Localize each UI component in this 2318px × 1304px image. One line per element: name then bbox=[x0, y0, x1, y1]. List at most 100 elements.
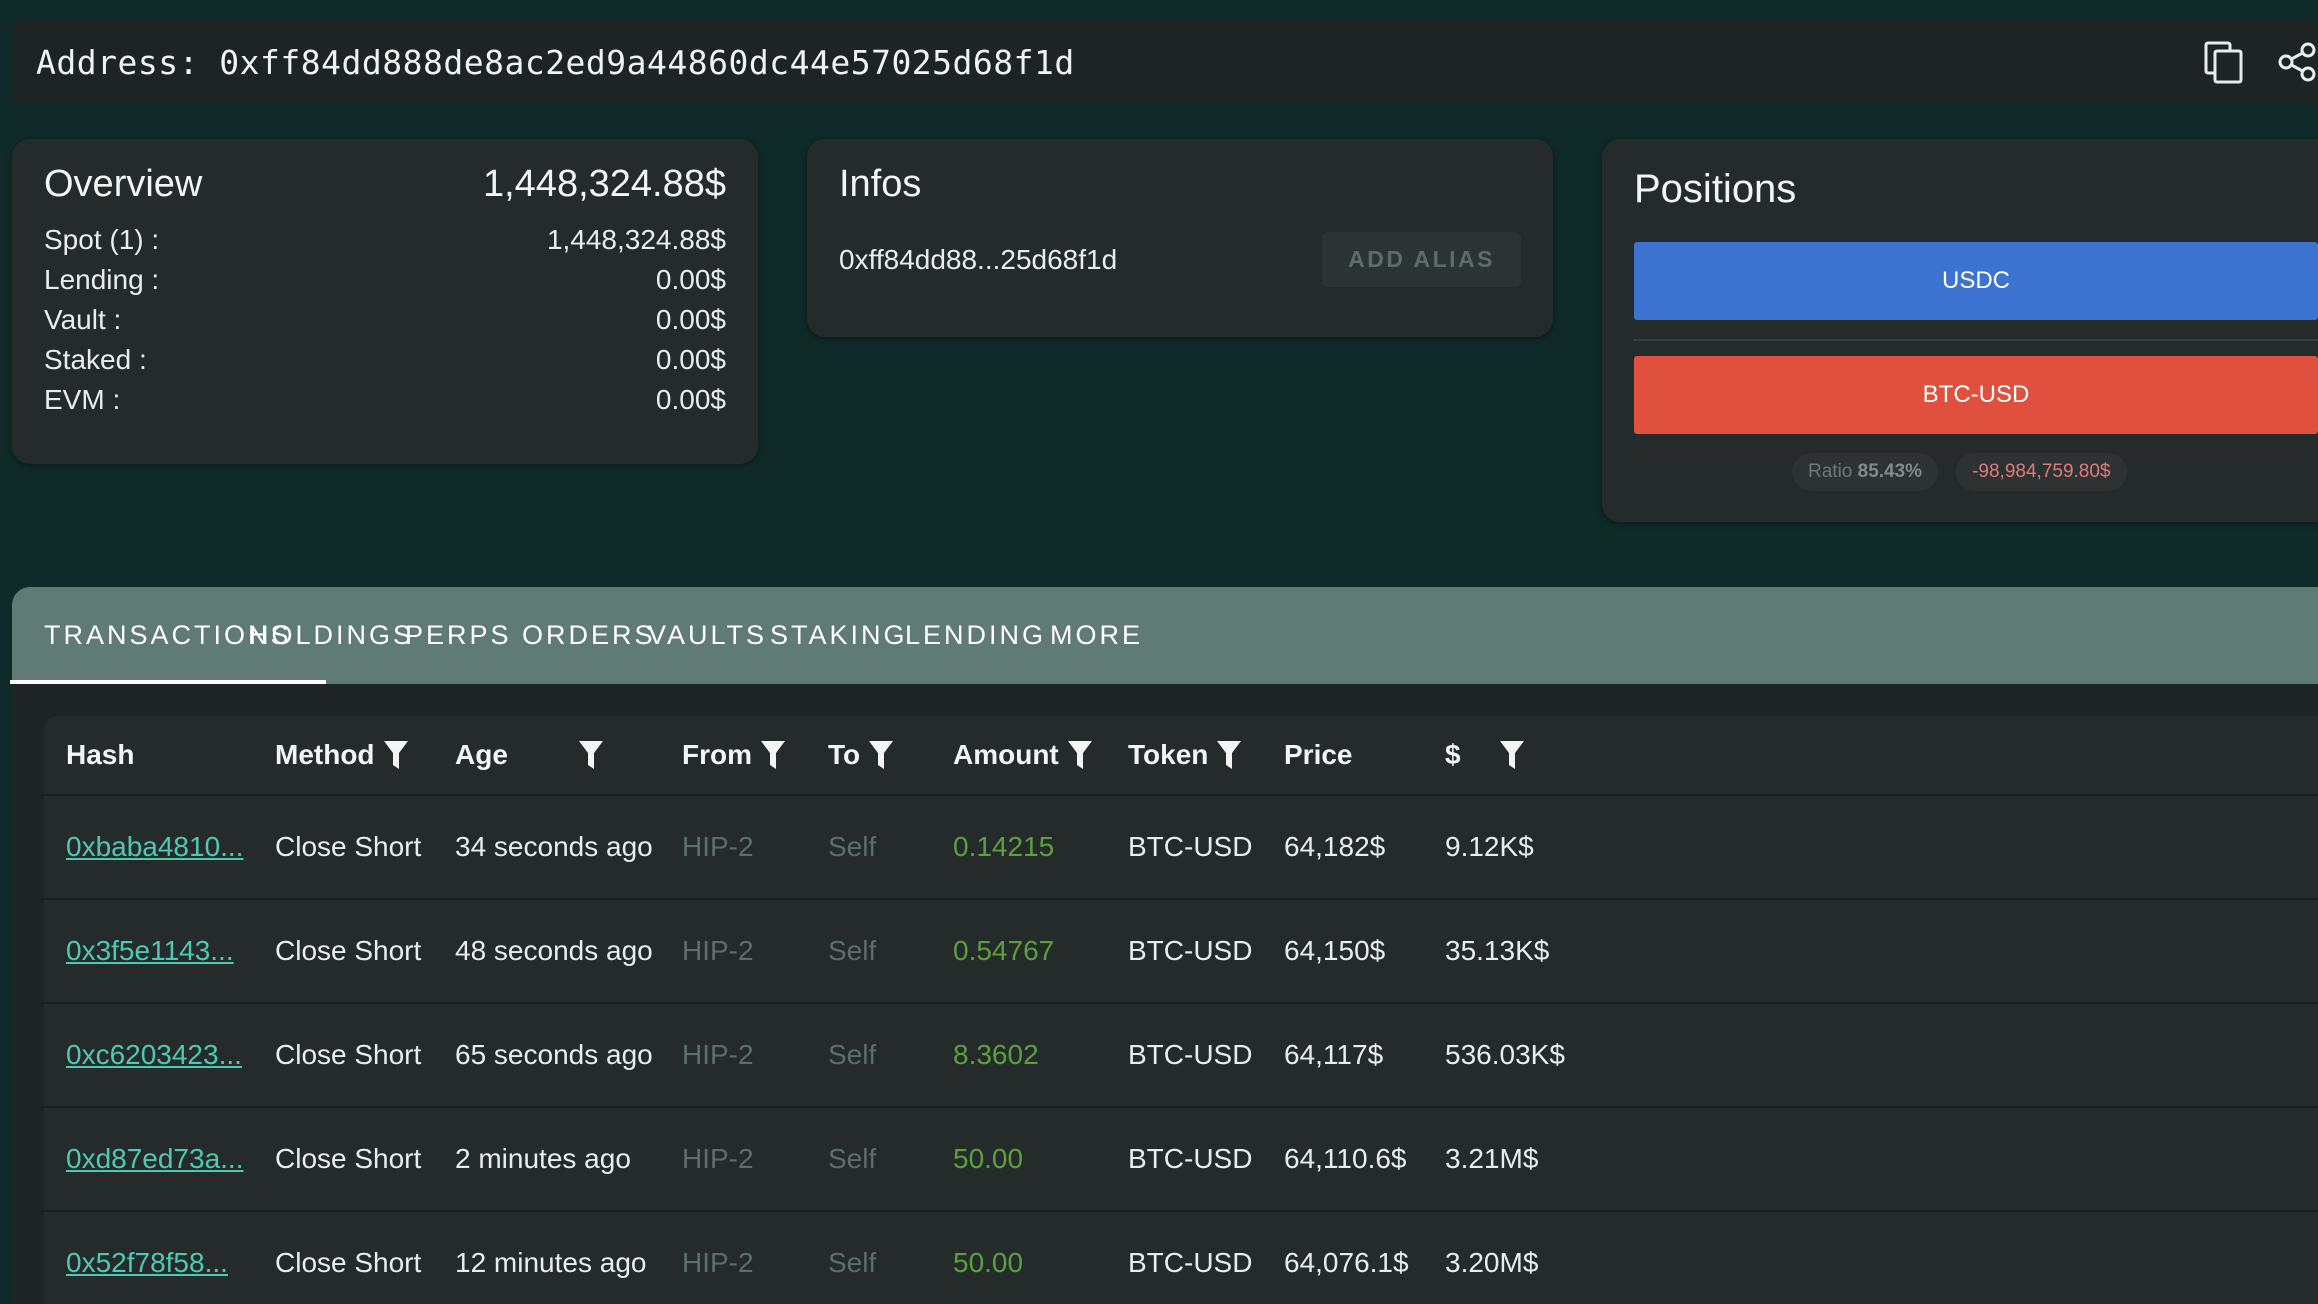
cell-to: Self bbox=[828, 1143, 877, 1174]
copy-icon[interactable] bbox=[2202, 40, 2246, 84]
tab-lending[interactable]: LENDING bbox=[905, 587, 1046, 684]
cell-method: Close Short bbox=[275, 1039, 422, 1070]
column-header-label: Price bbox=[1284, 739, 1353, 770]
cell-token: BTC-USD bbox=[1128, 831, 1253, 862]
cell-to: Self bbox=[828, 935, 877, 966]
overview-row-value: 0.00$ bbox=[655, 384, 726, 415]
overview-row: Spot (1) : 1,448,324.88$ bbox=[44, 220, 726, 260]
infos-card: Infos 0xff84dd88...25d68f1d ADD ALIAS bbox=[807, 139, 1553, 337]
cell-usd: 3.20M$ bbox=[1445, 1247, 1539, 1278]
tx-hash-link[interactable]: 0x3f5e1143... bbox=[66, 900, 234, 1002]
column-header-token: Token bbox=[1128, 716, 1242, 794]
cell-method: Close Short bbox=[275, 1143, 422, 1174]
cell-amount: 50.00 bbox=[953, 1143, 1024, 1174]
column-header-label: Age bbox=[455, 739, 508, 770]
cell-usd: 536.03K$ bbox=[1445, 1039, 1565, 1070]
cell-method: Close Short bbox=[275, 1247, 422, 1278]
column-header-to: To bbox=[828, 716, 894, 794]
cell-price: 64,150$ bbox=[1284, 935, 1386, 966]
filter-icon[interactable] bbox=[1216, 740, 1242, 770]
cell-to: Self bbox=[828, 1039, 877, 1070]
cell-usd: 9.12K$ bbox=[1445, 831, 1534, 862]
share-icon[interactable] bbox=[2274, 40, 2318, 84]
cell-method: Close Short bbox=[275, 831, 422, 862]
table-row[interactable]: 0x52f78f58... Close Short 12 minutes ago HI… bbox=[44, 1212, 2318, 1304]
cell-age: 65 seconds ago bbox=[455, 1039, 653, 1070]
column-header-label: Method bbox=[275, 739, 375, 770]
overview-row-value: 0.00$ bbox=[655, 344, 726, 375]
table-row[interactable]: 0xc6203423... Close Short 65 seconds ago HI… bbox=[44, 1004, 2318, 1108]
column-header-label: To bbox=[828, 739, 861, 770]
pnl-chip: -98,984,759.80$ bbox=[1956, 453, 2127, 491]
cell-amount: 0.54767 bbox=[953, 935, 1055, 966]
tx-hash-link[interactable]: 0xd87ed73a... bbox=[66, 1108, 244, 1210]
ratio-value: 85.43% bbox=[1857, 461, 1923, 482]
address-text: Address: 0xff84dd888de8ac2ed9a44860dc44e… bbox=[36, 42, 1075, 82]
cell-price: 64,182$ bbox=[1284, 831, 1386, 862]
column-header-label: From bbox=[682, 739, 752, 770]
cell-to: Self bbox=[828, 1247, 877, 1278]
filter-icon[interactable] bbox=[760, 740, 786, 770]
column-header-usd: $ bbox=[1445, 716, 1525, 794]
overview-total: 1,448,324.88$ bbox=[482, 163, 726, 205]
tab-vaults[interactable]: VAULTS bbox=[648, 587, 767, 684]
column-header-from: From bbox=[682, 716, 786, 794]
cell-token: BTC-USD bbox=[1128, 1143, 1253, 1174]
tab-bar: TRANSACTIONS HOLDINGS PERPS ORDERS VAULTS STA… bbox=[10, 587, 2318, 684]
cell-age: 34 seconds ago bbox=[455, 831, 653, 862]
filter-icon[interactable] bbox=[1067, 740, 1093, 770]
filter-icon[interactable] bbox=[383, 740, 409, 770]
cell-from: HIP-2 bbox=[682, 831, 754, 862]
position-bar-btc-usd[interactable]: BTC-USD bbox=[1634, 356, 2318, 434]
column-header-amount: Amount bbox=[953, 716, 1093, 794]
tab-perps[interactable]: PERPS bbox=[405, 587, 512, 684]
ratio-label: Ratio bbox=[1808, 461, 1853, 482]
filter-icon[interactable] bbox=[868, 740, 894, 770]
position-bar-usdc[interactable]: USDC bbox=[1634, 242, 2318, 320]
add-alias-button[interactable]: ADD ALIAS bbox=[1322, 232, 1521, 287]
overview-row-label: Spot (1) : bbox=[44, 224, 160, 255]
tab-staking[interactable]: STAKING bbox=[770, 587, 908, 684]
column-header-label: Hash bbox=[66, 739, 135, 770]
cell-price: 64,076.1$ bbox=[1284, 1247, 1409, 1278]
cell-price: 64,117$ bbox=[1284, 1039, 1384, 1070]
table-body: 0xbaba4810... Close Short 34 seconds ago HI… bbox=[44, 796, 2318, 1304]
overview-row-value: 0.00$ bbox=[655, 304, 726, 335]
cell-token: BTC-USD bbox=[1128, 1247, 1253, 1278]
cell-from: HIP-2 bbox=[682, 935, 754, 966]
table-header: Hash Method Age From To Amount Token Price $ bbox=[44, 716, 2318, 796]
filter-icon[interactable] bbox=[578, 740, 604, 770]
cell-amount: 8.3602 bbox=[953, 1039, 1039, 1070]
overview-row-label: Staked : bbox=[44, 344, 147, 375]
table-row[interactable]: 0x3f5e1143... Close Short 48 seconds ago HI… bbox=[44, 900, 2318, 1004]
column-header-hash: Hash bbox=[66, 716, 134, 794]
overview-row-label: Vault : bbox=[44, 304, 122, 335]
tab-holdings[interactable]: HOLDINGS bbox=[249, 587, 414, 684]
infos-address: 0xff84dd88...25d68f1d bbox=[839, 243, 1118, 275]
overview-row: Staked : 0.00$ bbox=[44, 340, 726, 380]
cell-age: 12 minutes ago bbox=[455, 1247, 647, 1278]
overview-rows: Spot (1) :1,448,324.88$ Lending :0.00$ Vau… bbox=[12, 206, 758, 420]
column-header-price: Price bbox=[1284, 716, 1353, 794]
positions-card: Positions USDC BTC-USD Ratio 85.43% -98,… bbox=[1602, 139, 2318, 522]
tx-hash-link[interactable]: 0xbaba4810... bbox=[66, 796, 244, 898]
filter-icon[interactable] bbox=[1499, 740, 1525, 770]
address-bar: Address: 0xff84dd888de8ac2ed9a44860dc44e… bbox=[12, 20, 2318, 104]
overview-row-value: 1,448,324.88$ bbox=[546, 224, 726, 255]
tab-more[interactable]: MORE bbox=[1050, 587, 1143, 684]
cell-to: Self bbox=[828, 831, 877, 862]
tx-hash-link[interactable]: 0x52f78f58... bbox=[66, 1212, 228, 1304]
cell-from: HIP-2 bbox=[682, 1143, 754, 1174]
infos-title: Infos bbox=[839, 163, 922, 205]
cell-token: BTC-USD bbox=[1128, 935, 1253, 966]
cell-amount: 50.00 bbox=[953, 1247, 1024, 1278]
cell-age: 48 seconds ago bbox=[455, 935, 653, 966]
column-header-method: Method bbox=[275, 716, 409, 794]
cell-usd: 3.21M$ bbox=[1445, 1143, 1539, 1174]
table-row[interactable]: 0xd87ed73a... Close Short 2 minutes ago HIP… bbox=[44, 1108, 2318, 1212]
tx-hash-link[interactable]: 0xc6203423... bbox=[66, 1004, 242, 1106]
overview-row-value: 0.00$ bbox=[655, 264, 726, 295]
tab-orders[interactable]: ORDERS bbox=[522, 587, 656, 684]
table-row[interactable]: 0xbaba4810... Close Short 34 seconds ago HI… bbox=[44, 796, 2318, 900]
transactions-table: Hash Method Age From To Amount Token Price $ 0xb… bbox=[44, 716, 2318, 1304]
